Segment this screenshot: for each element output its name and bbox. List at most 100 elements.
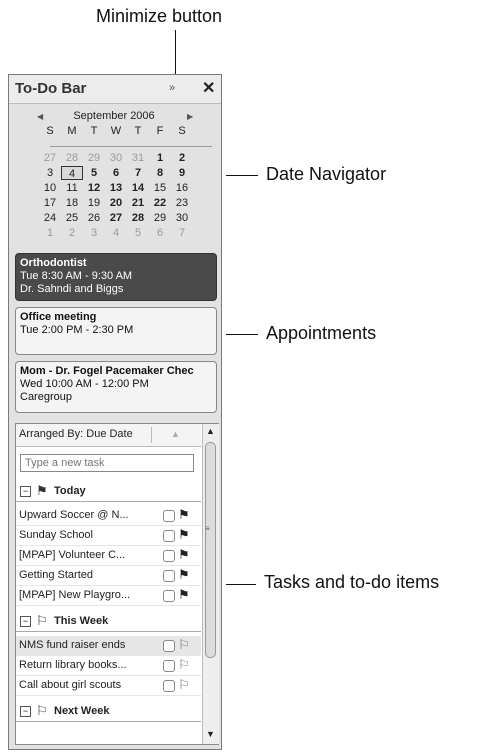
calendar-day[interactable]: 9 xyxy=(171,166,193,180)
calendar-day[interactable]: 4 xyxy=(105,226,127,240)
callout-tasks: Tasks and to-do items xyxy=(264,572,440,592)
close-button[interactable]: ✕ xyxy=(202,78,215,98)
task-row[interactable]: Call about girl scouts ⚐ xyxy=(16,676,201,696)
calendar-day[interactable]: 23 xyxy=(171,196,193,210)
task-complete-checkbox[interactable] xyxy=(163,590,175,602)
calendar-day[interactable]: 7 xyxy=(127,166,149,180)
appointment-subject: Orthodontist xyxy=(20,257,87,269)
task-complete-checkbox[interactable] xyxy=(163,640,175,652)
task-title: Call about girl scouts xyxy=(19,679,122,691)
appointment-mom-pacemaker[interactable]: Mom - Dr. Fogel Pacemaker Chec Wed 10:00… xyxy=(15,361,217,413)
minimize-button[interactable]: » xyxy=(169,82,175,94)
prev-month-icon[interactable]: ◀ xyxy=(37,112,43,121)
scroll-up-icon[interactable]: ▲ xyxy=(206,426,215,436)
calendar-day[interactable]: 1 xyxy=(149,151,171,165)
task-row[interactable]: [MPAP] New Playgro... ⚑ xyxy=(16,586,201,606)
appointment-time: Tue 8:30 AM - 9:30 AM xyxy=(20,270,133,282)
calendar-day[interactable]: 5 xyxy=(83,166,105,180)
calendar-day[interactable]: 20 xyxy=(105,196,127,210)
task-complete-checkbox[interactable] xyxy=(163,550,175,562)
calendar-day[interactable]: 22 xyxy=(149,196,171,210)
calendar-day[interactable]: 27 xyxy=(105,211,127,225)
task-row[interactable]: [MPAP] Volunteer C... ⚑ xyxy=(16,546,201,566)
calendar-day[interactable]: 6 xyxy=(149,226,171,240)
calendar-day[interactable]: 13 xyxy=(105,181,127,195)
arrange-by-header[interactable]: Arranged By: Due Date ▲ xyxy=(16,424,201,447)
flag-icon[interactable]: ⚐ xyxy=(178,657,190,673)
calendar-day[interactable]: 10 xyxy=(39,181,61,195)
calendar-day[interactable]: 25 xyxy=(61,211,83,225)
callout-date-navigator: Date Navigator xyxy=(266,164,387,184)
task-scrollbar[interactable]: ▲ ≡ ▼ xyxy=(202,424,219,744)
task-group-header[interactable]: − ⚐ Next Week xyxy=(16,702,201,722)
collapse-icon[interactable]: − xyxy=(20,706,31,717)
calendar-day[interactable]: 30 xyxy=(171,211,193,225)
task-complete-checkbox[interactable] xyxy=(163,570,175,582)
callout-appointments: Appointments xyxy=(266,323,377,343)
task-group-label: This Week xyxy=(54,615,109,627)
calendar-day[interactable]: 28 xyxy=(61,151,83,165)
scroll-down-icon[interactable]: ▼ xyxy=(206,729,215,739)
task-title: Sunday School xyxy=(19,529,93,541)
appointment-office-meeting[interactable]: Office meeting Tue 2:00 PM - 2:30 PM xyxy=(15,307,217,355)
calendar-day[interactable]: 29 xyxy=(83,151,105,165)
task-row[interactable]: Upward Soccer @ N... ⚑ xyxy=(16,506,201,526)
task-row[interactable]: NMS fund raiser ends ⚐ xyxy=(16,636,201,656)
calendar-day[interactable]: 2 xyxy=(61,226,83,240)
calendar-day[interactable]: 18 xyxy=(61,196,83,210)
sort-up-icon[interactable]: ▲ xyxy=(171,429,180,439)
task-row[interactable]: Getting Started ⚑ xyxy=(16,566,201,586)
task-complete-checkbox[interactable] xyxy=(163,680,175,692)
flag-icon[interactable]: ⚑ xyxy=(178,527,190,543)
calendar-day[interactable]: 15 xyxy=(149,181,171,195)
calendar-day[interactable]: 31 xyxy=(127,151,149,165)
weekday-label: S xyxy=(46,125,54,137)
calendar-day[interactable]: 30 xyxy=(105,151,127,165)
weekday-label: M xyxy=(67,125,77,137)
task-row[interactable]: Sunday School ⚑ xyxy=(16,526,201,546)
scrollbar-thumb[interactable] xyxy=(205,442,216,658)
calendar-day[interactable]: 17 xyxy=(39,196,61,210)
calendar-day[interactable]: 14 xyxy=(127,181,149,195)
calendar-day[interactable]: 29 xyxy=(149,211,171,225)
task-row[interactable]: Return library books... ⚐ xyxy=(16,656,201,676)
flag-icon[interactable]: ⚐ xyxy=(178,637,190,653)
calendar-day[interactable]: 26 xyxy=(83,211,105,225)
task-title: [MPAP] New Playgro... xyxy=(19,589,131,601)
date-navigator: ◀ September 2006 ▶ SMTWTFS 27 28 29 30 31 1 2 3… xyxy=(9,107,221,247)
flag-icon[interactable]: ⚑ xyxy=(178,547,190,563)
flag-icon[interactable]: ⚐ xyxy=(178,677,190,693)
calendar-day[interactable]: 3 xyxy=(83,226,105,240)
appointment-time: Tue 2:00 PM - 2:30 PM xyxy=(20,324,134,336)
flag-icon[interactable]: ⚑ xyxy=(178,567,190,583)
calendar-day[interactable]: 27 xyxy=(39,151,61,165)
collapse-icon[interactable]: − xyxy=(20,486,31,497)
calendar-day[interactable]: 16 xyxy=(171,181,193,195)
calendar-day[interactable]: 2 xyxy=(171,151,193,165)
calendar-day[interactable]: 8 xyxy=(149,166,171,180)
collapse-icon[interactable]: − xyxy=(20,616,31,627)
appointment-orthodontist[interactable]: Orthodontist Tue 8:30 AM - 9:30 AM Dr. S… xyxy=(15,253,217,301)
calendar-day[interactable]: 21 xyxy=(127,196,149,210)
calendar-day[interactable]: 11 xyxy=(61,181,83,195)
calendar-day[interactable]: 12 xyxy=(83,181,105,195)
new-task-input[interactable] xyxy=(20,454,194,472)
next-month-icon[interactable]: ▶ xyxy=(187,112,193,121)
task-complete-checkbox[interactable] xyxy=(163,510,175,522)
calendar-day[interactable]: 19 xyxy=(83,196,105,210)
flag-icon[interactable]: ⚑ xyxy=(178,507,190,523)
calendar-day[interactable]: 24 xyxy=(39,211,61,225)
flag-icon[interactable]: ⚑ xyxy=(178,587,190,603)
task-complete-checkbox[interactable] xyxy=(163,660,175,672)
group-rule xyxy=(16,501,201,502)
calendar-day[interactable]: 4 xyxy=(61,166,83,180)
calendar-day[interactable]: 28 xyxy=(127,211,149,225)
calendar-day[interactable]: 7 xyxy=(171,226,193,240)
task-group-header[interactable]: − ⚑ Today xyxy=(16,482,201,502)
task-complete-checkbox[interactable] xyxy=(163,530,175,542)
calendar-day[interactable]: 3 xyxy=(39,166,61,180)
calendar-day[interactable]: 5 xyxy=(127,226,149,240)
task-group-header[interactable]: − ⚐ This Week xyxy=(16,612,201,632)
calendar-day[interactable]: 1 xyxy=(39,226,61,240)
calendar-day[interactable]: 6 xyxy=(105,166,127,180)
